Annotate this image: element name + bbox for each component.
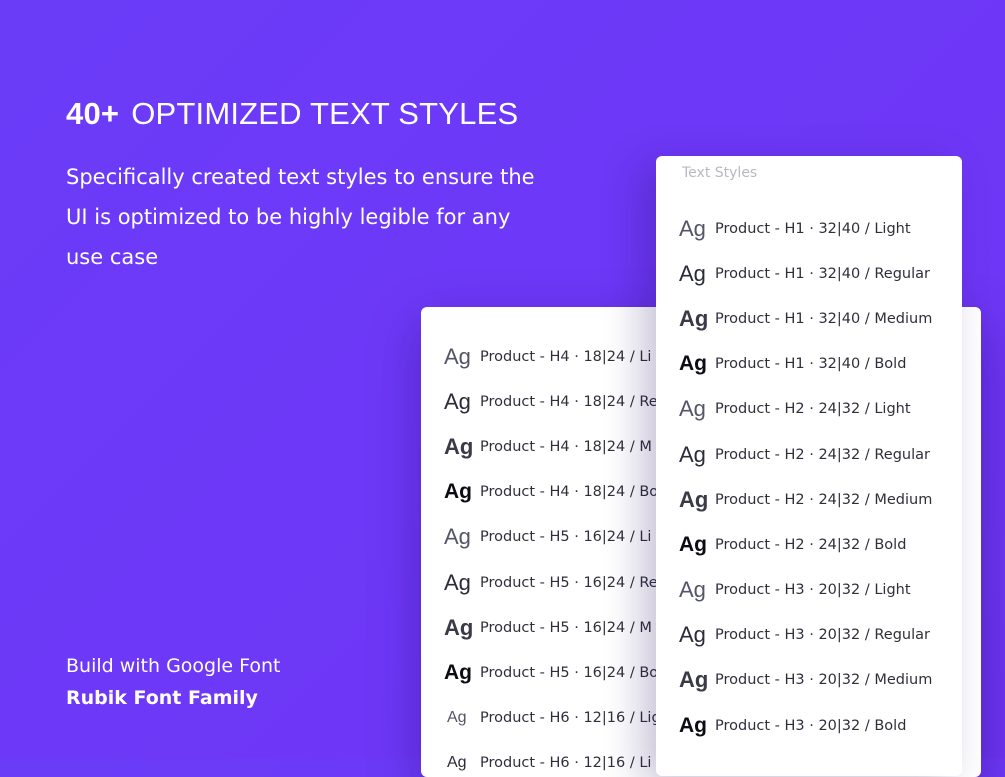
type-sample: Ag [679,305,709,331]
text-style-row[interactable]: Ag Product - H6 · 12|16 / Lig [444,696,661,741]
type-sample: Ag [447,709,467,727]
type-sample: Ag [679,622,706,648]
text-style-label: Product - H4 · 18|24 / M [480,438,652,455]
text-style-label: Product - H3 · 20|32 / Regular [715,627,930,644]
text-style-label: Product - H2 · 24|32 / Medium [715,491,933,508]
text-style-row[interactable]: Ag Product - H3 · 20|32 / Medium [679,658,932,703]
text-style-row[interactable]: Ag Product - H2 · 24|32 / Light [679,387,932,432]
text-style-label: Product - H3 · 20|32 / Medium [715,672,933,689]
text-style-list-secondary: Ag Product - H4 · 18|24 / Li Ag Product - … [444,334,661,777]
type-sample: Ag [679,215,706,241]
type-sample: Ag [444,614,474,640]
type-sample: Ag [679,260,706,286]
text-style-label: Product - H5 · 16|24 / M [480,619,652,636]
text-style-row[interactable]: Ag Product - H1 · 32|40 / Bold [679,342,932,387]
type-sample: Ag [444,388,471,414]
font-family-name: Rubik Font Family [66,687,258,709]
type-sample: Ag [679,713,707,737]
text-style-label: Product - H4 · 18|24 / Li [480,348,652,365]
text-style-row[interactable]: Ag Product - H5 · 16|24 / M [444,605,661,650]
text-style-row[interactable]: Ag Product - H3 · 20|32 / Regular [679,613,932,658]
text-style-row[interactable]: Ag Product - H1 · 32|40 / Regular [679,251,932,296]
hero-description: Specifically created text styles to ensu… [66,165,535,269]
text-style-row[interactable]: Ag Product - H3 · 20|32 / Bold [679,703,932,748]
type-sample: Ag [679,577,706,603]
text-style-row[interactable]: Ag Product - H1 · 32|40 / Medium [679,296,932,341]
type-sample: Ag [447,754,467,772]
type-sample: Ag [679,352,707,376]
text-style-label: Product - H6 · 12|16 / Li [480,755,652,772]
text-style-row[interactable]: Ag Product - H4 · 18|24 / Re [444,379,661,424]
text-style-label: Product - H3 · 20|32 / Bold [715,717,907,734]
text-style-row[interactable]: Ag Product - H2 · 24|32 / Medium [679,477,932,522]
type-sample: Ag [444,433,474,459]
title-text: OPTIMIZED TEXT STYLES [131,96,519,131]
text-style-row[interactable]: Ag Product - H4 · 18|24 / Bo [444,470,661,515]
text-style-label: Product - H2 · 24|32 / Bold [715,536,907,553]
text-style-label: Product - H1 · 32|40 / Regular [715,265,930,282]
font-credit-line: Build with Google Font [66,655,281,677]
text-style-label: Product - H4 · 18|24 / Re [480,393,658,410]
text-style-label: Product - H2 · 24|32 / Light [715,401,911,418]
text-style-row[interactable]: Ag Product - H5 · 16|24 / Li [444,515,661,560]
type-sample: Ag [444,343,471,369]
text-style-row[interactable]: Ag Product - H1 · 32|40 / Light [679,206,932,251]
type-sample: Ag [679,441,706,467]
text-style-label: Product - H1 · 32|40 / Bold [715,356,907,373]
text-style-label: Product - H1 · 32|40 / Medium [715,310,933,327]
text-style-row[interactable]: Ag Product - H2 · 24|32 / Bold [679,522,932,567]
text-style-label: Product - H5 · 16|24 / Re [480,574,658,591]
text-style-label: Product - H4 · 18|24 / Bo [480,484,659,501]
panel-title: Text Styles [682,165,758,181]
type-sample: Ag [679,532,707,556]
text-style-label: Product - H2 · 24|32 / Regular [715,446,930,463]
text-styles-panel: Text Styles Ag Product - H1 · 32|40 / Lig… [656,156,962,776]
text-style-label: Product - H1 · 32|40 / Light [715,220,911,237]
type-sample: Ag [444,480,472,504]
text-style-label: Product - H6 · 12|16 / Lig [480,710,661,727]
page-title: 40+ OPTIMIZED TEXT STYLES [66,96,518,132]
text-style-list: Ag Product - H1 · 32|40 / Light Ag Product… [679,206,932,748]
text-style-label: Product - H3 · 20|32 / Light [715,582,911,599]
text-style-label: Product - H5 · 16|24 / Bo [480,664,659,681]
text-style-row[interactable]: Ag Product - H3 · 20|32 / Light [679,568,932,613]
text-style-row[interactable]: Ag Product - H4 · 18|24 / Li [444,334,661,379]
type-sample: Ag [444,569,471,595]
text-style-row[interactable]: Ag Product - H2 · 24|32 / Regular [679,432,932,477]
text-style-row[interactable]: Ag Product - H4 · 18|24 / M [444,424,661,469]
type-sample: Ag [444,524,471,550]
type-sample: Ag [679,667,709,693]
type-sample: Ag [444,660,472,684]
text-style-label: Product - H5 · 16|24 / Li [480,529,652,546]
text-style-row[interactable]: Ag Product - H5 · 16|24 / Re [444,560,661,605]
text-style-row[interactable]: Ag Product - H5 · 16|24 / Bo [444,650,661,695]
type-sample: Ag [679,396,706,422]
type-sample: Ag [679,486,709,512]
title-count: 40+ [66,96,120,131]
font-credit: Build with Google Font Rubik Font Family [66,650,281,714]
